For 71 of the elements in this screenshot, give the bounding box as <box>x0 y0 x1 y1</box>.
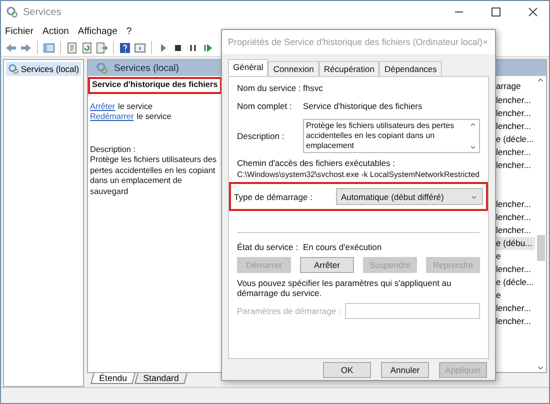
list-cell[interactable]: e <box>496 250 535 263</box>
field-value: fhsvc <box>303 83 323 93</box>
services-icon <box>6 6 18 18</box>
list-cell[interactable]: e (débu... <box>496 237 535 250</box>
list-cell[interactable]: lencher... <box>496 224 535 237</box>
list-cell[interactable]: lencher... <box>496 315 535 328</box>
view-tab[interactable]: Standard <box>134 373 188 384</box>
forward-icon[interactable] <box>20 42 32 54</box>
list-cell[interactable]: lencher... <box>496 94 535 107</box>
list-cell[interactable]: lencher... <box>496 107 535 120</box>
action-text: le service <box>136 112 172 122</box>
dialog-tab[interactable]: Récupération <box>318 61 380 76</box>
menu-item[interactable]: Action <box>42 26 69 36</box>
services-icon <box>8 63 19 75</box>
window-title: Services <box>23 6 62 18</box>
field-label: Nom du service : <box>237 83 302 93</box>
services-icon <box>96 62 108 74</box>
field-label: Description : <box>237 131 286 141</box>
maximize-icon <box>490 6 502 18</box>
field-label: Nom complet : <box>237 101 293 111</box>
scroll-thumb[interactable] <box>536 235 544 261</box>
scroll-down-icon <box>469 143 477 151</box>
path-label: Chemin d'accès des fichiers exécutables : <box>237 158 396 168</box>
dialog-tab[interactable]: Dépendances <box>379 61 442 76</box>
action-link[interactable]: Redémarrer <box>90 112 134 122</box>
list-cell[interactable]: lencher... <box>496 302 535 315</box>
service-title: Service d'historique des fichiers <box>90 79 220 92</box>
service-button[interactable]: Arrêter <box>300 257 354 273</box>
field-value: Service d'historique des fichiers <box>303 101 422 111</box>
scroll-up-icon <box>469 121 477 129</box>
list-cell[interactable]: lencher... <box>496 198 535 211</box>
list-cell[interactable]: e <box>496 289 535 302</box>
close-icon <box>527 6 539 18</box>
dialog-button[interactable]: Annuler <box>381 362 429 378</box>
description-label: Description : <box>90 144 137 155</box>
tree-item[interactable]: Services (local) <box>6 62 81 76</box>
view-tab[interactable]: Étendu <box>90 373 136 384</box>
menu-item[interactable]: Fichier <box>5 26 34 36</box>
refresh-icon[interactable] <box>81 42 93 54</box>
scrollbar[interactable] <box>535 76 546 372</box>
dialog-tab[interactable]: Général <box>228 59 268 76</box>
list-cell[interactable]: lencher... <box>496 263 535 276</box>
status-label: État du service : <box>237 242 299 252</box>
list-cell[interactable]: e (décle... <box>496 133 535 146</box>
startup-type-dropdown[interactable]: Automatique (début différé) <box>336 188 483 205</box>
action-text: le service <box>118 102 153 112</box>
note-text: Vous pouvez spécifier les paramètres qui s'appliquent au démarrage du service. <box>237 278 452 298</box>
console-tree-icon[interactable] <box>43 42 55 54</box>
status-value: En cours d'exécution <box>303 242 382 252</box>
list-cell[interactable]: lencher... <box>496 159 535 172</box>
back-icon[interactable] <box>5 42 17 54</box>
menu-item[interactable]: Affichage <box>78 26 118 36</box>
description-box[interactable]: Protège les fichiers utilisateurs des pertes accidentelles en les copiant dans un emplacement <box>303 119 480 153</box>
help-icon[interactable] <box>119 42 131 54</box>
dialog-title: Propriétés de Service d'historique des fichiers (Ordinateur local) <box>228 37 482 47</box>
view-icon[interactable] <box>134 42 146 54</box>
list-cell[interactable]: lencher... <box>496 120 535 133</box>
list-cell[interactable]: lencher... <box>496 211 535 224</box>
dialog-button[interactable]: OK <box>323 362 371 378</box>
action-link[interactable]: Arrêter <box>90 102 116 112</box>
list-cell[interactable]: e (décle... <box>496 276 535 289</box>
column-header[interactable]: arrage <box>496 80 535 93</box>
parameters-label: Paramètres de démarrage : <box>237 306 342 316</box>
dialog-tab[interactable]: Connexion <box>268 61 319 76</box>
list-cell[interactable]: lencher... <box>496 146 535 159</box>
properties-icon[interactable] <box>66 42 78 54</box>
startup-type-label: Type de démarrage : <box>234 192 314 202</box>
description-text: Protège les fichiers utilisateurs des pertes accidentelles en les copiant dans un emplacement de sauvegard <box>90 155 218 197</box>
export-icon[interactable] <box>96 42 108 54</box>
restart-icon[interactable] <box>202 42 214 54</box>
menu-item[interactable]: ? <box>126 26 132 36</box>
